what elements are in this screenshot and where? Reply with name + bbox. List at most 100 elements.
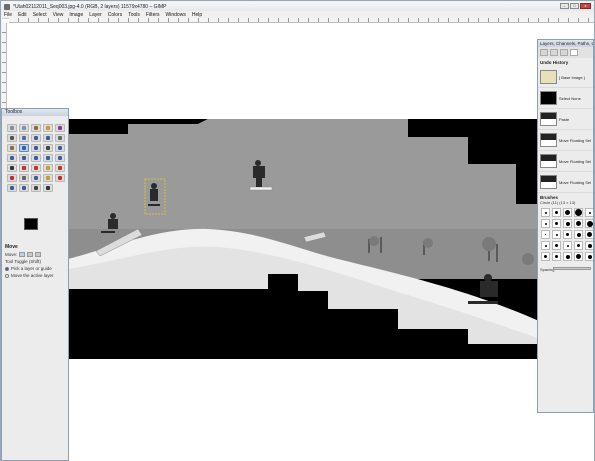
- history-label: Select None: [559, 95, 581, 101]
- select-by-color-icon[interactable]: [55, 124, 65, 132]
- dodge-burn-icon[interactable]: [43, 184, 53, 192]
- brush-preset[interactable]: [574, 208, 583, 217]
- brush-dot-icon: [566, 233, 569, 236]
- heal-icon[interactable]: [55, 174, 65, 182]
- crop-icon[interactable]: [43, 144, 53, 152]
- spacing-slider[interactable]: [553, 267, 591, 270]
- brush-preset[interactable]: [541, 219, 550, 228]
- menu-filters[interactable]: Filters: [146, 12, 160, 18]
- color-picker-icon[interactable]: [43, 134, 53, 142]
- image-canvas[interactable]: [68, 119, 546, 359]
- clone-icon[interactable]: [43, 174, 53, 182]
- foreground-select-icon[interactable]: [19, 134, 29, 142]
- cage-icon[interactable]: [55, 154, 65, 162]
- menu-edit[interactable]: Edit: [18, 12, 27, 18]
- brush-preset[interactable]: [563, 208, 572, 217]
- free-select-icon[interactable]: [31, 124, 41, 132]
- brush-preset[interactable]: [585, 241, 593, 250]
- paths-icon[interactable]: [31, 134, 41, 142]
- rect-select-icon[interactable]: [7, 124, 17, 132]
- brush-preset[interactable]: [585, 252, 593, 261]
- history-item[interactable]: Move Floating Sel: [538, 151, 593, 172]
- history-item[interactable]: Move Floating Sel: [538, 172, 593, 193]
- measure-icon[interactable]: [7, 144, 17, 152]
- shear-icon[interactable]: [19, 154, 29, 162]
- ellipse-select-icon[interactable]: [19, 124, 29, 132]
- brush-preset[interactable]: [574, 219, 583, 228]
- brush-preset[interactable]: [585, 219, 593, 228]
- brush-preset[interactable]: [574, 230, 583, 239]
- pencil-icon[interactable]: [43, 164, 53, 172]
- tab-channels[interactable]: [550, 49, 558, 56]
- menu-view[interactable]: View: [53, 12, 64, 18]
- eraser-icon[interactable]: [7, 174, 17, 182]
- brush-preset[interactable]: [552, 219, 561, 228]
- brush-preset[interactable]: [541, 252, 550, 261]
- layer-mode-icon[interactable]: [19, 252, 26, 257]
- brush-preset[interactable]: [552, 252, 561, 261]
- move-active-radio[interactable]: [5, 273, 9, 278]
- brush-preset[interactable]: [552, 241, 561, 250]
- scale-icon[interactable]: [7, 154, 17, 162]
- align-icon[interactable]: [31, 144, 41, 152]
- maximize-button[interactable]: □: [570, 3, 579, 9]
- tab-layers[interactable]: [540, 49, 548, 56]
- menu-help[interactable]: Help: [192, 12, 202, 18]
- fuzzy-select-icon[interactable]: [43, 124, 53, 132]
- brush-grid: [538, 205, 593, 264]
- history-item[interactable]: Move Floating Sel: [538, 130, 593, 151]
- pick-layer-option[interactable]: Pick a layer or guide: [5, 266, 67, 271]
- brush-preset[interactable]: [541, 208, 550, 217]
- blur-icon[interactable]: [19, 184, 29, 192]
- path-mode-icon[interactable]: [35, 252, 42, 257]
- move-active-option[interactable]: Move the active layer: [5, 273, 67, 278]
- menu-image[interactable]: Image: [69, 12, 83, 18]
- menu-tools[interactable]: Tools: [128, 12, 140, 18]
- scissors-select-icon[interactable]: [7, 134, 17, 142]
- brush-preset[interactable]: [541, 230, 550, 239]
- menu-layer[interactable]: Layer: [89, 12, 102, 18]
- text-icon[interactable]: [7, 164, 17, 172]
- blend-icon[interactable]: [31, 164, 41, 172]
- brush-preset[interactable]: [552, 208, 561, 217]
- flip-icon[interactable]: [43, 154, 53, 162]
- close-button[interactable]: x: [580, 3, 591, 9]
- menu-select[interactable]: Select: [33, 12, 47, 18]
- brush-preset[interactable]: [585, 230, 593, 239]
- brush-preset[interactable]: [574, 241, 583, 250]
- brush-preset[interactable]: [541, 241, 550, 250]
- perspective-icon[interactable]: [31, 154, 41, 162]
- brush-preset[interactable]: [563, 252, 572, 261]
- horizontal-ruler[interactable]: [9, 18, 594, 23]
- paintbrush-icon[interactable]: [55, 164, 65, 172]
- brush-preset[interactable]: [563, 241, 572, 250]
- brush-preset[interactable]: [574, 252, 583, 261]
- rotate-icon[interactable]: [55, 144, 65, 152]
- smudge-icon[interactable]: [31, 184, 41, 192]
- ink-icon[interactable]: [31, 174, 41, 182]
- menu-colors[interactable]: Colors: [108, 12, 122, 18]
- perspective-clone-icon[interactable]: [7, 184, 17, 192]
- bucket-fill-icon[interactable]: [19, 164, 29, 172]
- move-icon[interactable]: [19, 144, 29, 152]
- pick-layer-radio[interactable]: [5, 266, 9, 271]
- history-item[interactable]: Paste: [538, 109, 593, 130]
- tool-options-title: Move: [5, 244, 18, 250]
- menu-file[interactable]: File: [4, 12, 12, 18]
- history-thumbnail: [540, 175, 557, 189]
- history-item[interactable]: [ Base Image ]: [538, 67, 593, 88]
- brush-preset[interactable]: [552, 230, 561, 239]
- tab-undo[interactable]: [570, 49, 578, 56]
- tab-paths[interactable]: [560, 49, 568, 56]
- brush-preset[interactable]: [563, 230, 572, 239]
- brush-preset[interactable]: [563, 219, 572, 228]
- menu-windows[interactable]: Windows: [166, 12, 186, 18]
- brush-preset[interactable]: [585, 208, 593, 217]
- zoom-icon[interactable]: [55, 134, 65, 142]
- foreground-color[interactable]: [24, 218, 38, 230]
- selection-mode-icon[interactable]: [27, 252, 34, 257]
- history-item[interactable]: Select None: [538, 88, 593, 109]
- fg-bg-colors[interactable]: [24, 218, 48, 238]
- minimize-button[interactable]: –: [560, 3, 569, 9]
- airbrush-icon[interactable]: [19, 174, 29, 182]
